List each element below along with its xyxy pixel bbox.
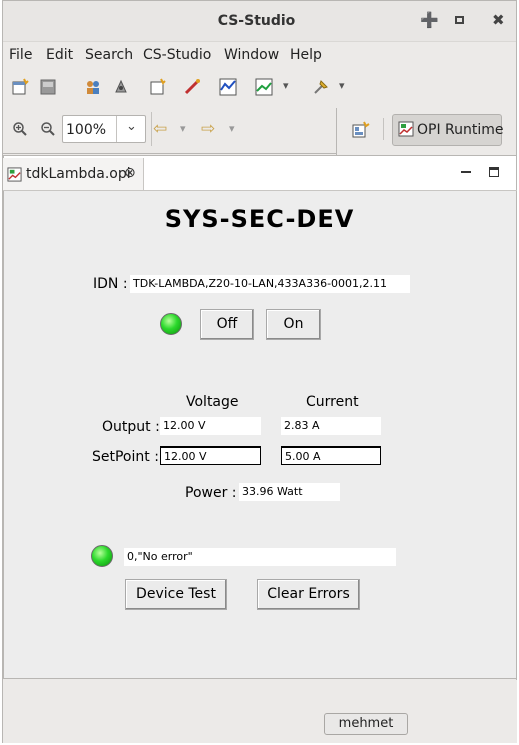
zoom-out-icon[interactable] bbox=[40, 121, 56, 137]
opi-file-icon bbox=[7, 167, 22, 182]
open-perspective-icon[interactable] bbox=[352, 121, 370, 139]
toolbar-separator bbox=[151, 112, 152, 146]
output-label: Output : bbox=[102, 419, 160, 435]
trend-icon[interactable] bbox=[255, 78, 273, 96]
back-dropdown-icon[interactable]: ▾ bbox=[180, 122, 186, 135]
menu-file[interactable]: File bbox=[9, 47, 32, 63]
probe-icon[interactable] bbox=[183, 78, 201, 96]
idn-value: TDK-LAMBDA,Z20-10-LAN,433A336-0001,2.11 bbox=[130, 275, 410, 293]
forward-icon[interactable]: ⇨ bbox=[201, 119, 215, 139]
forward-dropdown-icon[interactable]: ▾ bbox=[229, 122, 235, 135]
output-current-value: 2.83 A bbox=[281, 417, 381, 435]
clear-errors-button[interactable]: Clear Errors bbox=[257, 579, 360, 610]
zoom-dropdown-icon[interactable]: ⌄ bbox=[126, 119, 137, 134]
user-button[interactable]: mehmet bbox=[324, 713, 408, 735]
trend-dropdown-icon[interactable]: ▾ bbox=[283, 79, 289, 92]
status-bar bbox=[3, 680, 517, 743]
menu-cs-studio[interactable]: CS-Studio bbox=[143, 47, 211, 63]
error-value: 0,"No error" bbox=[124, 548, 396, 566]
menu-window[interactable]: Window bbox=[224, 47, 279, 63]
voltage-header: Voltage bbox=[186, 394, 239, 410]
close-icon[interactable]: ✖ bbox=[492, 11, 505, 29]
zoom-value: 100% bbox=[66, 122, 107, 138]
opi-runtime-label: OPI Runtime bbox=[417, 122, 504, 138]
maximize-view-icon[interactable] bbox=[489, 167, 499, 177]
error-status-led bbox=[91, 545, 113, 567]
opi-runtime-icon bbox=[398, 121, 414, 137]
zoom-combo-divider bbox=[116, 116, 117, 142]
pin-icon[interactable] bbox=[312, 78, 330, 96]
tab-label: tdkLambda.opi bbox=[26, 166, 131, 182]
menu-search[interactable]: Search bbox=[85, 47, 133, 63]
minimize-icon[interactable]: ➕ bbox=[420, 11, 439, 29]
output-voltage-value: 12.00 V bbox=[160, 417, 261, 435]
setpoint-label: SetPoint : bbox=[92, 449, 159, 465]
on-button[interactable]: On bbox=[266, 309, 321, 340]
data-browser-icon[interactable] bbox=[219, 78, 237, 96]
back-icon[interactable]: ⇦ bbox=[153, 119, 167, 139]
off-button[interactable]: Off bbox=[200, 309, 254, 340]
power-label: Power : bbox=[185, 485, 237, 501]
new-file-icon[interactable] bbox=[11, 78, 29, 96]
toolbar-bottom-border bbox=[3, 153, 336, 154]
output-status-led bbox=[160, 313, 182, 335]
new-opi-icon[interactable] bbox=[148, 78, 166, 96]
minimize-view-icon[interactable] bbox=[461, 171, 471, 173]
idn-label: IDN : bbox=[93, 276, 128, 292]
zoom-in-icon[interactable] bbox=[12, 121, 28, 137]
save-icon[interactable] bbox=[39, 78, 57, 96]
setpoint-voltage-input[interactable]: 12.00 V bbox=[160, 446, 261, 465]
setpoint-current-input[interactable]: 5.00 A bbox=[281, 446, 381, 465]
toolbar-vertical-separator bbox=[336, 108, 337, 155]
pin-dropdown-icon[interactable]: ▾ bbox=[339, 79, 345, 92]
menu-edit[interactable]: Edit bbox=[46, 47, 73, 63]
device-heading: SYS-SEC-DEV bbox=[164, 205, 355, 233]
maximize-icon[interactable] bbox=[455, 16, 464, 24]
current-header: Current bbox=[306, 394, 359, 410]
menu-help[interactable]: Help bbox=[290, 47, 322, 63]
debug-icon[interactable] bbox=[112, 78, 130, 96]
tab-close-icon[interactable]: ⊗ bbox=[124, 165, 136, 181]
device-test-button[interactable]: Device Test bbox=[125, 579, 227, 610]
users-icon[interactable] bbox=[84, 78, 102, 96]
power-value: 33.96 Watt bbox=[239, 483, 340, 501]
perspective-separator bbox=[383, 118, 384, 140]
